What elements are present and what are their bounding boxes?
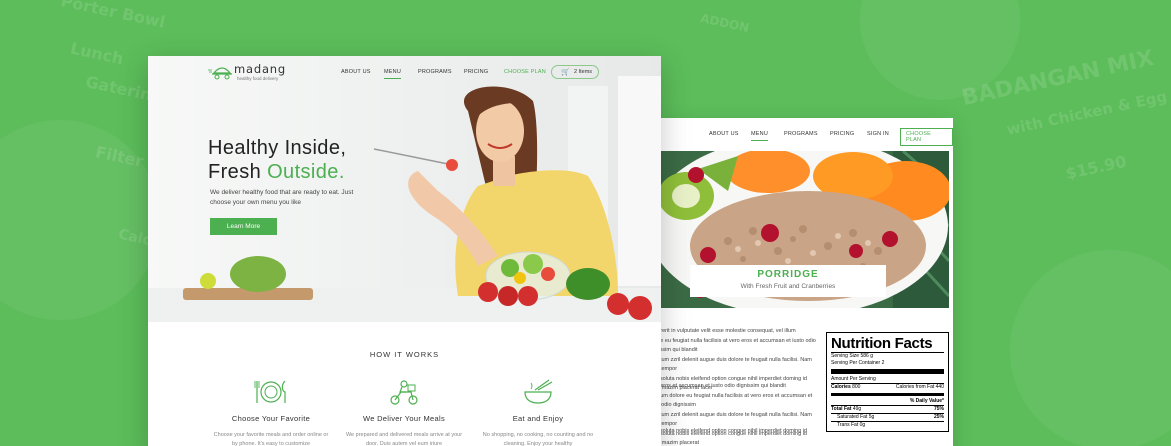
nutrient-amount: 5g (868, 414, 875, 420)
cart-icon: 🛒 (561, 69, 570, 76)
nav-menu[interactable]: MENU (751, 131, 768, 141)
nav-about-us[interactable]: ABOUT US (341, 69, 371, 75)
nutrient-percent: 25% (933, 414, 944, 420)
nav-about-us[interactable]: ABOUT US (709, 131, 739, 137)
calories-from-fat: Calories from Fat 440 (895, 384, 944, 390)
plate-utensils-icon (211, 378, 331, 406)
step-title: We Deliver Your Meals (362, 414, 446, 423)
headline-line-2: Fresh Outside. (208, 160, 346, 184)
headline-outside: Outside. (267, 161, 345, 183)
background-ghost-text: Lunch (68, 38, 126, 69)
hero-section: madang healthy food delivery ABOUT US ME… (148, 56, 661, 322)
description-paragraph: cum soluta nobis eleifend option congue … (648, 427, 818, 446)
dish-caption: PORRIDGE With Fresh Fruit and Cranberrie… (690, 265, 886, 297)
nav-programs[interactable]: PROGRAMS (418, 69, 452, 75)
paragraph-text: cum soluta nobis eleifend option congue … (648, 428, 807, 444)
nutrient-amount: 49g (852, 406, 862, 412)
headline-fresh: Fresh (208, 161, 268, 183)
background-ghost-text: ADDON (699, 11, 751, 35)
step-description: We prepared and delivered meals arrive a… (345, 432, 463, 446)
calories-value: 800 (852, 384, 861, 390)
background-ghost-text: $15.90 (1063, 151, 1129, 184)
calories-label: Calories (831, 384, 851, 390)
delivery-truck-icon (208, 67, 232, 80)
dish-subtitle: With Fresh Fruit and Cranberries (740, 283, 836, 290)
how-it-works-title: HOW IT WORKS (369, 350, 440, 359)
step-title: Choose Your Favorite (231, 414, 311, 423)
serving-size: Serving Size 586 g (831, 353, 873, 359)
nav-programs[interactable]: PROGRAMS (784, 131, 818, 137)
brand-tagline: healthy food delivery (237, 76, 279, 81)
background-ghost-text: Porter Bowl (59, 0, 167, 32)
delivery-scooter-icon (344, 378, 464, 406)
nutrient-label: Total Fat (831, 406, 852, 412)
bowl-chopsticks-icon (478, 378, 598, 406)
step-choose-favorite: Choose Your Favorite Choose your favorit… (211, 378, 331, 446)
nav-choose-plan[interactable]: CHOOSE PLAN (504, 69, 546, 75)
choose-plan-button[interactable]: CHOOSE PLAN (900, 128, 953, 146)
cart-count: 2 Items (574, 69, 593, 75)
brand-name: madang (234, 62, 286, 76)
dish-hero-image: PORRIDGE With Fresh Fruit and Cranberrie… (658, 151, 949, 308)
nutrient-row: Total Fat 49g 75% (831, 406, 944, 413)
nutrition-facts-panel: Nutrition Facts Serving Size 586 g Servi… (826, 332, 949, 432)
nav-pricing[interactable]: PRICING (464, 69, 488, 75)
nutrition-title: Nutrition Facts (831, 335, 933, 352)
learn-more-button[interactable]: Learn More (210, 218, 277, 235)
right-top-nav: ABOUT US MENU PROGRAMS PRICING SIGN IN C… (648, 128, 953, 146)
cart-button[interactable]: 🛒 2 Items (551, 65, 599, 79)
step-title: Eat and Enjoy (512, 414, 564, 423)
daily-value-label: % Daily Value* (909, 398, 944, 404)
nav-menu[interactable]: MENU (384, 69, 401, 79)
hero-headline: Healthy Inside, Fresh Outside. (208, 136, 346, 184)
step-description: No shopping, no cooking, no counting and… (482, 432, 594, 446)
step-eat-enjoy: Eat and Enjoy No shopping, no cooking, n… (478, 378, 598, 446)
step-description: Choose your favorite meals and order onl… (213, 432, 329, 446)
nutrient-label: Saturated Fat (837, 414, 868, 420)
daily-value-header: % Daily Value* (831, 398, 944, 405)
nav-pricing[interactable]: PRICING (830, 131, 854, 137)
amount-per-serving: Amount Per Serving (831, 376, 876, 382)
background-blob (1010, 250, 1171, 446)
homepage-mockup: madang healthy food delivery ABOUT US ME… (148, 56, 661, 446)
step-we-deliver: We Deliver Your Meals We prepared and de… (344, 378, 464, 446)
nutrient-row: Trans Fat 0g (831, 422, 944, 429)
calories-row: Calories 800 Calories from Fat 440 (831, 384, 944, 391)
nutrient-row: Saturated Fat 5g 25% (831, 414, 944, 421)
servings-per-container: Serving Per Container 2 (831, 360, 885, 366)
nav-sign-in[interactable]: SIGN IN (867, 131, 889, 137)
nutrient-percent: 75% (933, 406, 944, 412)
hero-subcopy: We deliver healthy food that are ready t… (210, 189, 354, 206)
dish-name: PORRIDGE (757, 269, 819, 280)
how-it-works-section: HOW IT WORKS Choose Your Favorite Choose… (148, 322, 661, 446)
nutrient-amount: 0g (859, 422, 866, 428)
product-detail-page-mockup: ABOUT US MENU PROGRAMS PRICING SIGN IN C… (648, 118, 953, 446)
nutrient-label: Trans Fat (837, 422, 859, 428)
headline-line-1: Healthy Inside, (208, 137, 347, 159)
